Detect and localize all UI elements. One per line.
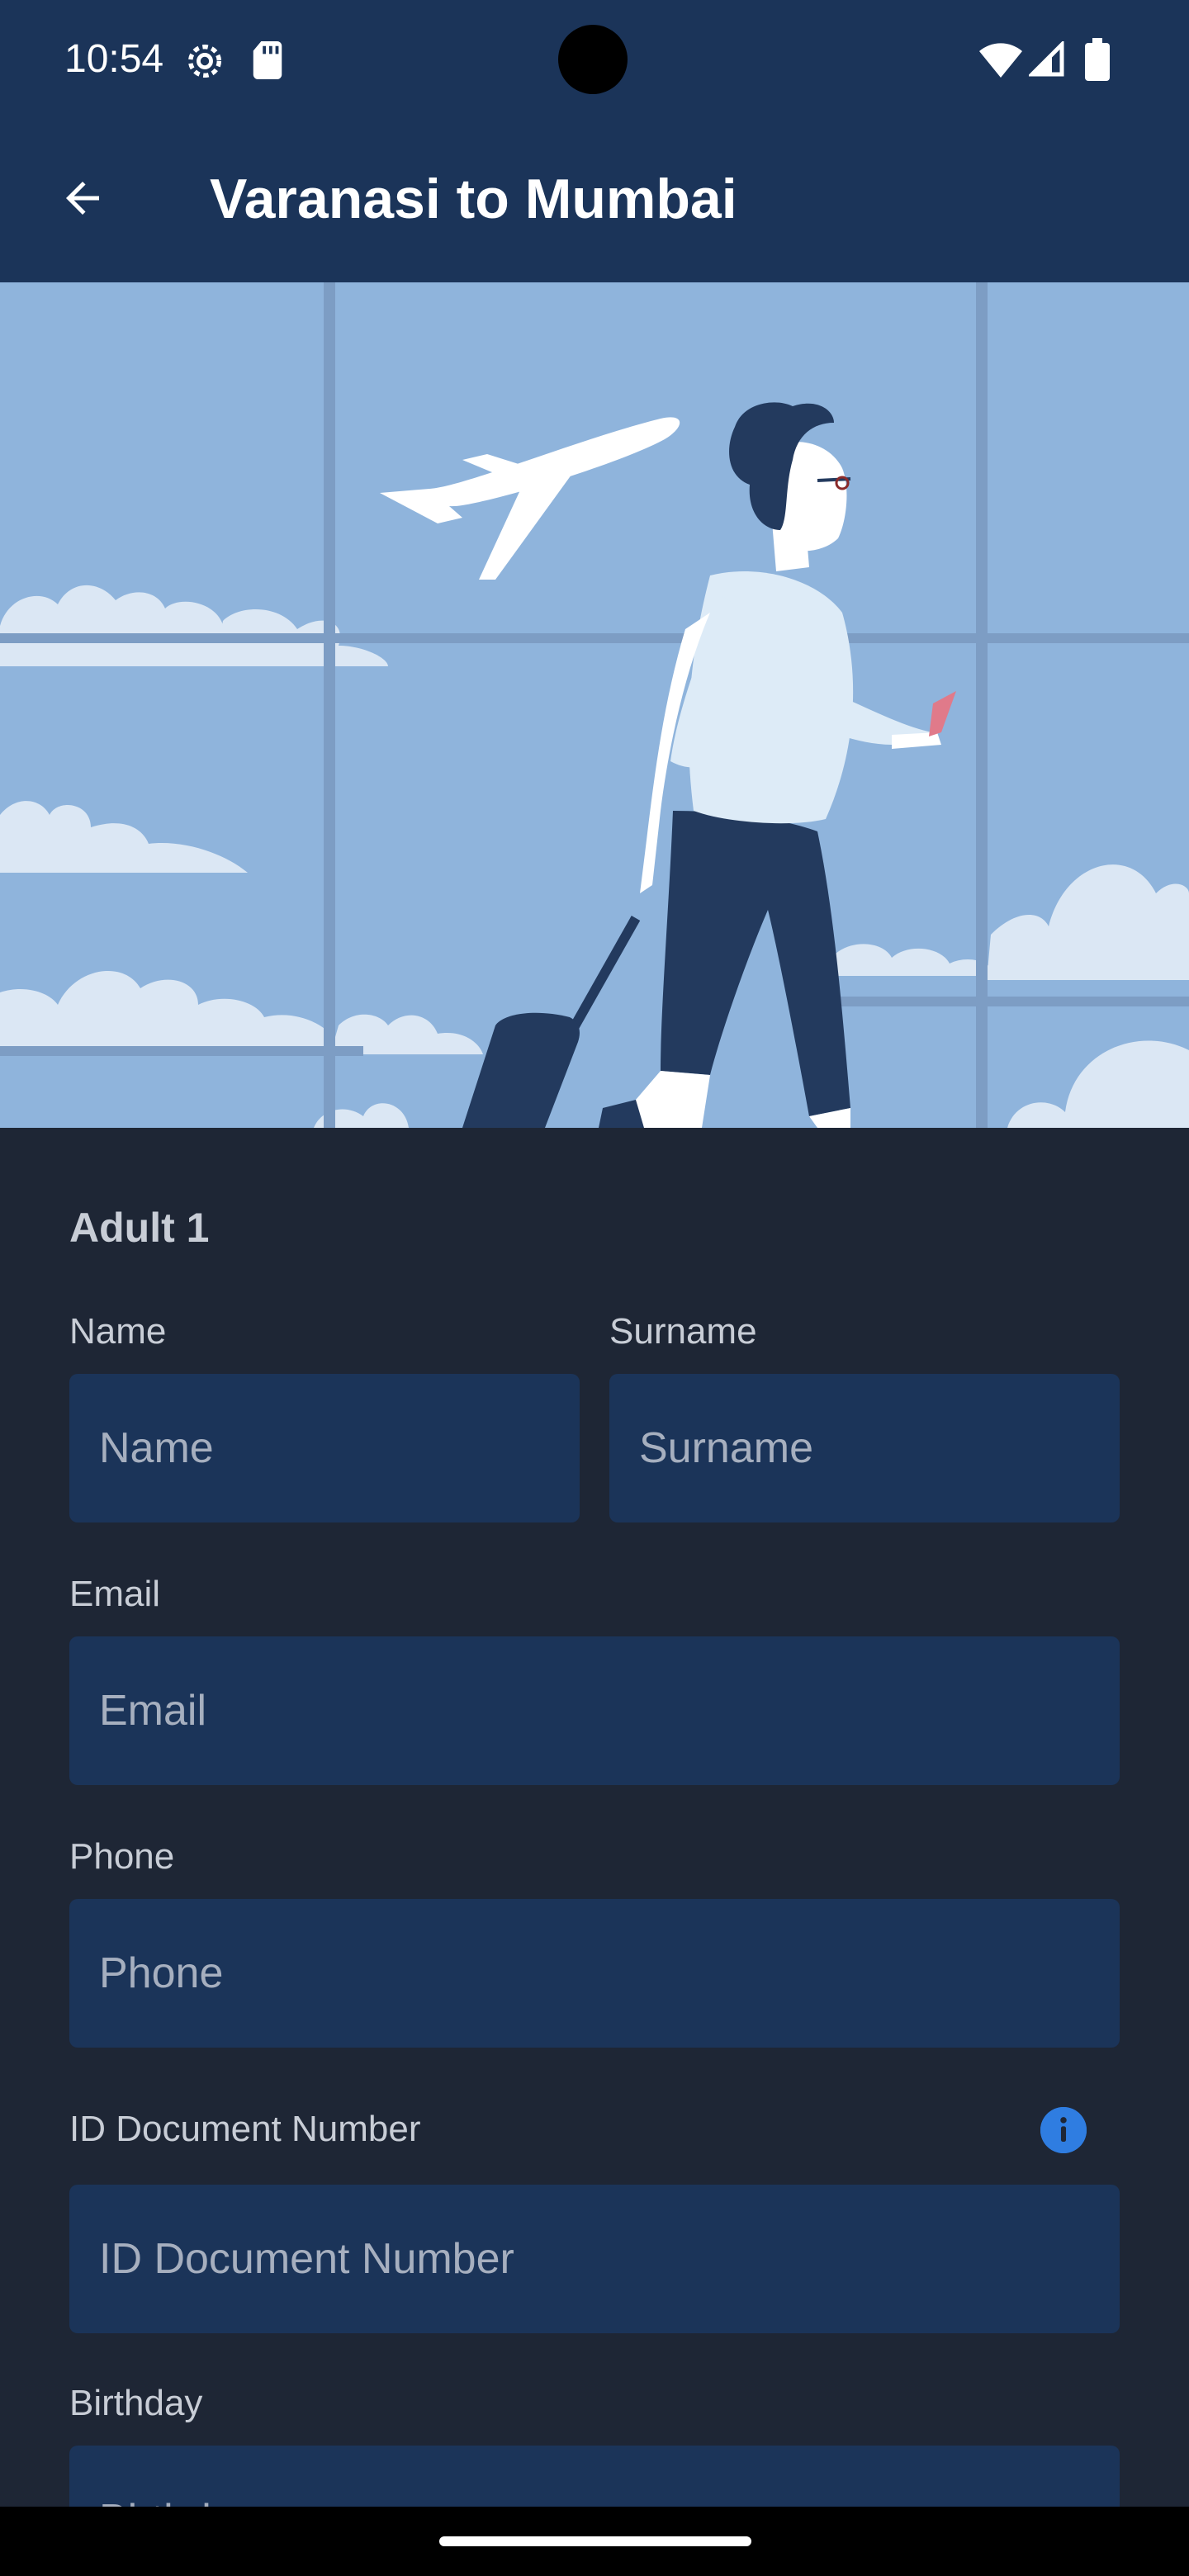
email-label: Email xyxy=(69,1574,161,1614)
passenger-section-title: Adult 1 xyxy=(69,1205,210,1251)
phone-input[interactable] xyxy=(69,1899,1120,2048)
name-label: Name xyxy=(69,1311,167,1352)
battery-icon xyxy=(1085,38,1110,85)
cell-signal-icon xyxy=(1026,39,1065,82)
name-input[interactable] xyxy=(69,1374,580,1522)
surname-label: Surname xyxy=(609,1311,757,1352)
passenger-form: Adult 1 Name Surname Email Phone ID Docu… xyxy=(0,1128,1189,2576)
birthday-label: Birthday xyxy=(69,2383,203,2423)
sd-card-icon xyxy=(251,41,284,83)
home-indicator[interactable] xyxy=(439,2536,751,2546)
phone-label: Phone xyxy=(69,1836,175,1877)
page-title: Varanasi to Mumbai xyxy=(210,168,737,230)
surname-input[interactable] xyxy=(609,1374,1120,1522)
id-document-input[interactable] xyxy=(69,2185,1120,2333)
wifi-icon xyxy=(979,41,1022,82)
app-bar: Varanasi to Mumbai xyxy=(0,117,1189,282)
front-camera xyxy=(558,25,628,94)
status-bar: 10:54 xyxy=(0,0,1189,117)
info-icon[interactable] xyxy=(1040,2107,1087,2153)
settings-icon xyxy=(183,40,226,87)
status-time: 10:54 xyxy=(64,37,164,81)
id-document-label: ID Document Number xyxy=(69,2109,421,2149)
traveler-airport-illustration xyxy=(0,282,1189,1128)
arrow-back-icon xyxy=(58,173,107,227)
back-button[interactable] xyxy=(41,159,124,241)
email-input[interactable] xyxy=(69,1636,1120,1785)
system-navigation-bar xyxy=(0,2507,1189,2576)
